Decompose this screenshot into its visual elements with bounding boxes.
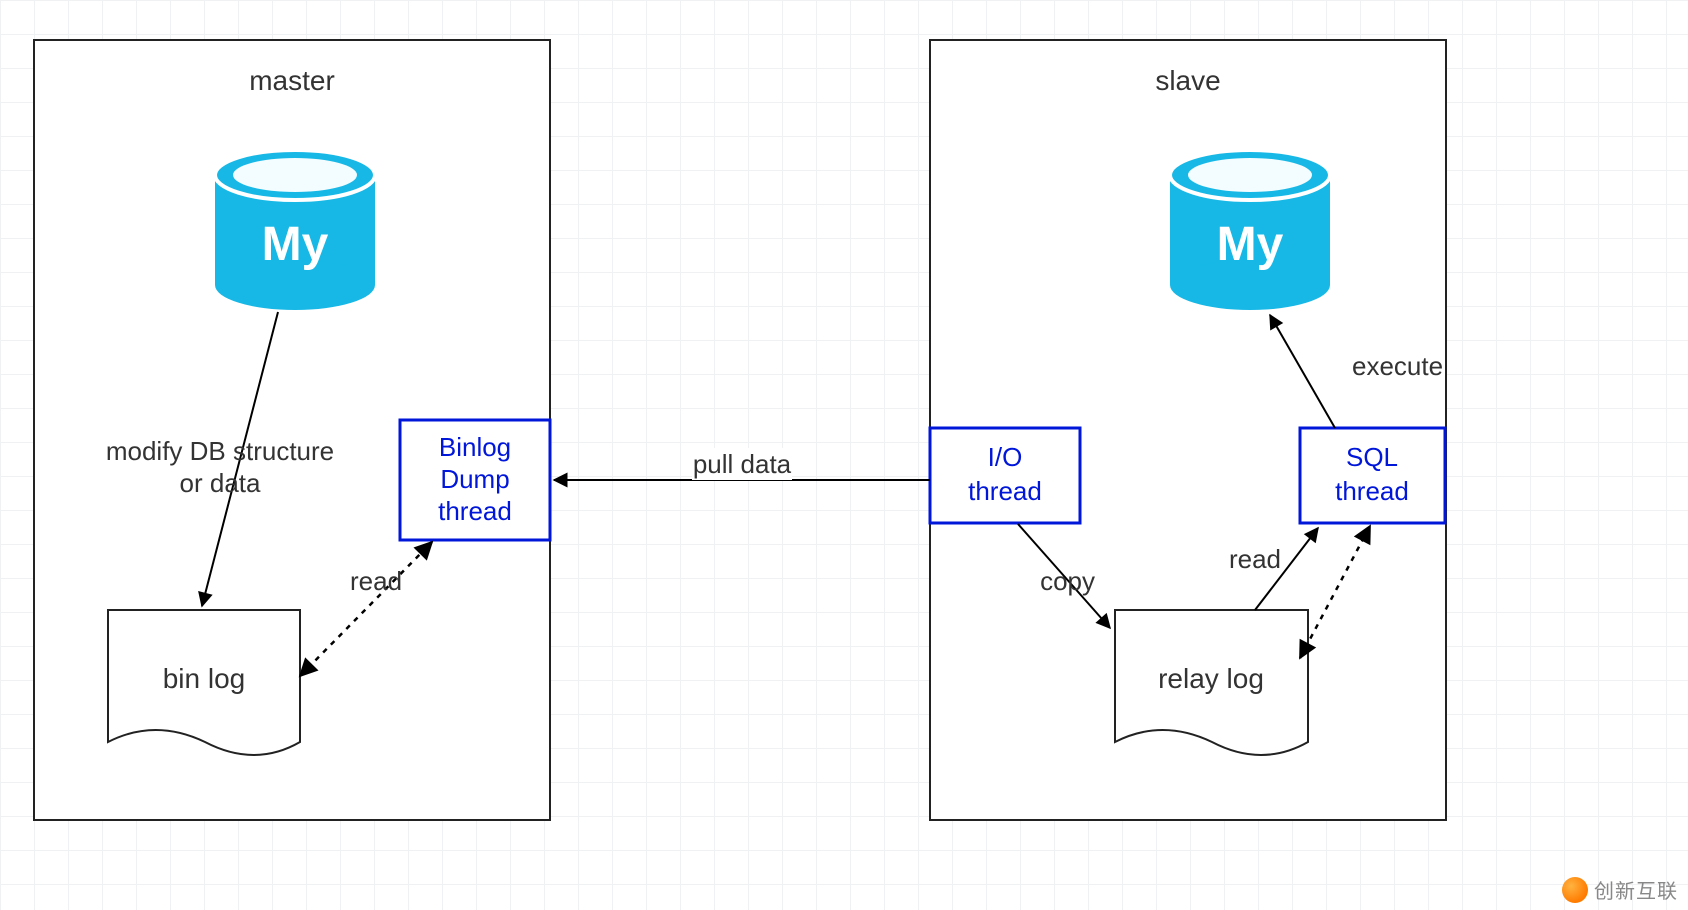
io-thread-box: I/O thread [930,428,1080,523]
sql-thread-line2: thread [1335,476,1409,506]
edge-read-master-label: read [350,566,402,596]
watermark-text: 创新互联 [1594,875,1678,904]
mysql-master-label: My [262,218,329,271]
edge-execute-label: execute [1352,351,1443,381]
bin-log-label: bin log [163,663,246,694]
binlog-dump-line3: thread [438,496,512,526]
mysql-master-icon: My [215,150,375,310]
binlog-dump-line2: Dump [440,464,509,494]
edge-modify-db-label1: modify DB structure [106,436,334,466]
io-thread-line2: thread [968,476,1042,506]
edge-read-slave-label: read [1229,544,1281,574]
edge-copy-label: copy [1040,566,1095,596]
slave-title: slave [1155,65,1220,96]
diagram-canvas: master slave My My Binlog Dump thread I/… [0,0,1688,910]
mysql-slave-label: My [1217,218,1284,271]
edge-pull-data-label-top: pull data [693,449,792,479]
edge-modify-db-label2: or data [180,468,261,498]
binlog-dump-thread-box: Binlog Dump thread [400,420,550,540]
sql-thread-line1: SQL [1346,442,1398,472]
watermark-icon [1562,877,1588,903]
sql-thread-box: SQL thread [1300,428,1445,523]
mysql-slave-icon: My [1170,150,1330,310]
binlog-dump-line1: Binlog [439,432,511,462]
relay-log-label: relay log [1158,663,1264,694]
master-title: master [249,65,335,96]
io-thread-line1: I/O [988,442,1023,472]
watermark: 创新互联 [1562,875,1678,904]
